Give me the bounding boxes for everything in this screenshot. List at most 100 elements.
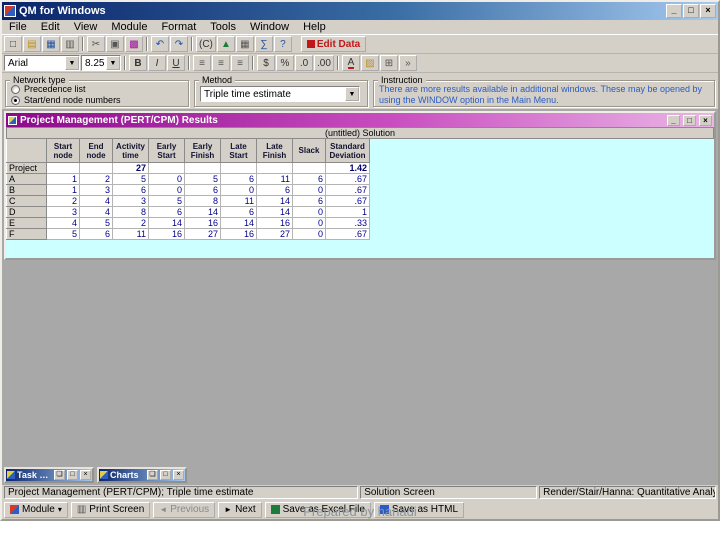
table-row: A 1 2 5 0 5 6 11 6.67	[6, 173, 714, 185]
status-textbook-info: Render/Stair/Hanna: Quantitative Analysi…	[539, 486, 716, 499]
table-cell: 6	[292, 173, 326, 185]
font-select[interactable]: Arial ▼	[4, 55, 80, 71]
maximize-button[interactable]: □	[683, 4, 699, 18]
chevron-down-icon: ▼	[106, 56, 120, 70]
chevron-down-icon: ▾	[57, 505, 62, 514]
table-cell: 4	[79, 206, 113, 218]
menu-file[interactable]: File	[2, 21, 34, 33]
radio-precedence-list[interactable]: Precedence list	[11, 84, 183, 95]
edit-data-label: Edit Data	[316, 38, 361, 50]
radio-precedence-label: Precedence list	[24, 84, 86, 94]
open-folder-icon: ▤	[27, 38, 37, 50]
row-header: Project	[6, 162, 47, 174]
minimized-close-button[interactable]: ×	[80, 470, 91, 480]
table-cell: 27	[112, 162, 149, 174]
column-header-early-start: Early Start	[148, 138, 185, 163]
open-file-button[interactable]: ▤	[23, 36, 41, 52]
underline-button[interactable]: U	[167, 55, 185, 71]
print-button[interactable]: ▥	[61, 36, 79, 52]
instruction-text: There are more results available in addi…	[379, 84, 703, 105]
font-color-button[interactable]: A	[341, 55, 360, 71]
method-select[interactable]: Triple time estimate ▼	[200, 86, 360, 102]
copy-button[interactable]: ▣	[106, 36, 124, 52]
paste-button[interactable]: ▩	[125, 36, 143, 52]
minimized-windows: Task Times ❏ □ × Charts ❏ □ ×	[4, 467, 187, 483]
borders-button[interactable]: ⊞	[379, 55, 398, 71]
table-cell: 2	[79, 173, 113, 185]
table-cell: 27	[256, 228, 293, 240]
table-cell	[184, 162, 221, 174]
minimized-maximize-button[interactable]: □	[160, 470, 171, 480]
save-button[interactable]: ▦	[42, 36, 60, 52]
table-cell	[148, 162, 185, 174]
column-header-standard-deviation: Standard Deviation	[325, 138, 370, 163]
copy-cell-button[interactable]: (C)	[196, 36, 216, 52]
menu-view[interactable]: View	[67, 21, 105, 33]
minimized-window-icon	[7, 471, 15, 479]
results-minimize-button[interactable]: _	[667, 114, 680, 126]
print-screen-button[interactable]: ▥ Print Screen	[70, 501, 151, 518]
currency-button[interactable]: $	[257, 55, 275, 71]
align-left-button[interactable]: ≡	[193, 55, 211, 71]
minimized-close-button[interactable]: ×	[173, 470, 184, 480]
previous-button[interactable]: ◄ Previous	[153, 501, 216, 518]
undo-button[interactable]: ↶	[151, 36, 169, 52]
italic-button[interactable]: I	[148, 55, 166, 71]
minimize-button[interactable]: _	[666, 4, 682, 18]
align-center-button[interactable]: ≡	[212, 55, 230, 71]
percent-button[interactable]: %	[276, 55, 294, 71]
minimized-restore-button[interactable]: ❏	[54, 470, 65, 480]
activity-column-header	[6, 138, 47, 163]
results-titlebar[interactable]: Project Management (PERT/CPM) Results _ …	[6, 113, 714, 127]
chevron-down-icon: ▼	[345, 87, 359, 101]
chart-button[interactable]: ▲	[216, 36, 235, 52]
table-cell: 11	[112, 228, 149, 240]
copy-cell-label: (C)	[199, 38, 213, 50]
minimized-window-title: Charts	[110, 470, 139, 480]
menu-edit[interactable]: Edit	[34, 21, 67, 33]
align-right-button[interactable]: ≡	[231, 55, 249, 71]
table-cell: 6	[112, 184, 149, 196]
table-cell: 6	[148, 206, 185, 218]
table-filler	[370, 196, 714, 207]
module-button[interactable]: Module ▾	[4, 501, 68, 518]
column-header-late-finish: Late Finish	[256, 138, 293, 163]
edit-data-button[interactable]: Edit Data	[300, 36, 367, 52]
results-close-button[interactable]: ×	[699, 114, 712, 126]
toolbar-overflow-button[interactable]: »	[398, 55, 417, 71]
menu-help[interactable]: Help	[296, 21, 333, 33]
save-as-excel-button[interactable]: Save as Excel File	[264, 501, 371, 518]
minimized-restore-button[interactable]: ❏	[147, 470, 158, 480]
table-cell: 16	[256, 217, 293, 229]
menu-window[interactable]: Window	[243, 21, 296, 33]
font-size-select[interactable]: 8.25 ▼	[81, 55, 121, 71]
minimized-window-charts[interactable]: Charts ❏ □ ×	[97, 467, 187, 483]
minimized-window-task-times[interactable]: Task Times ❏ □ ×	[4, 467, 94, 483]
menu-module[interactable]: Module	[104, 21, 154, 33]
increase-decimal-button[interactable]: .00	[314, 55, 334, 71]
fill-color-button[interactable]: ▨	[360, 55, 379, 71]
next-button[interactable]: ► Next	[218, 501, 262, 518]
close-button[interactable]: ×	[700, 4, 716, 18]
bold-button[interactable]: B	[129, 55, 147, 71]
decrease-decimal-button[interactable]: .0	[295, 55, 313, 71]
method-label: Method	[199, 75, 236, 85]
grid-button[interactable]: ▦	[235, 36, 254, 52]
menu-format[interactable]: Format	[154, 21, 203, 33]
calculator-button[interactable]: ∑	[254, 36, 273, 52]
results-maximize-button[interactable]: □	[683, 114, 696, 126]
help-button[interactable]: ?	[273, 36, 292, 52]
menu-tools[interactable]: Tools	[203, 21, 243, 33]
row-header: F	[6, 228, 47, 240]
new-file-button[interactable]: □	[4, 36, 22, 52]
window-controls: _ □ ×	[666, 4, 716, 18]
redo-button[interactable]: ↷	[170, 36, 188, 52]
table-row: B 1 3 6 0 6 0 6 0.67	[6, 184, 714, 196]
minimized-maximize-button[interactable]: □	[67, 470, 78, 480]
cut-button[interactable]: ✂	[87, 36, 105, 52]
radio-start-end-nodes[interactable]: Start/end node numbers	[11, 95, 183, 106]
save-as-html-button[interactable]: Save as HTML	[373, 501, 465, 518]
table-filler	[370, 174, 714, 185]
table-filler	[370, 139, 714, 163]
window-titlebar[interactable]: QM for Windows _ □ ×	[2, 2, 718, 20]
